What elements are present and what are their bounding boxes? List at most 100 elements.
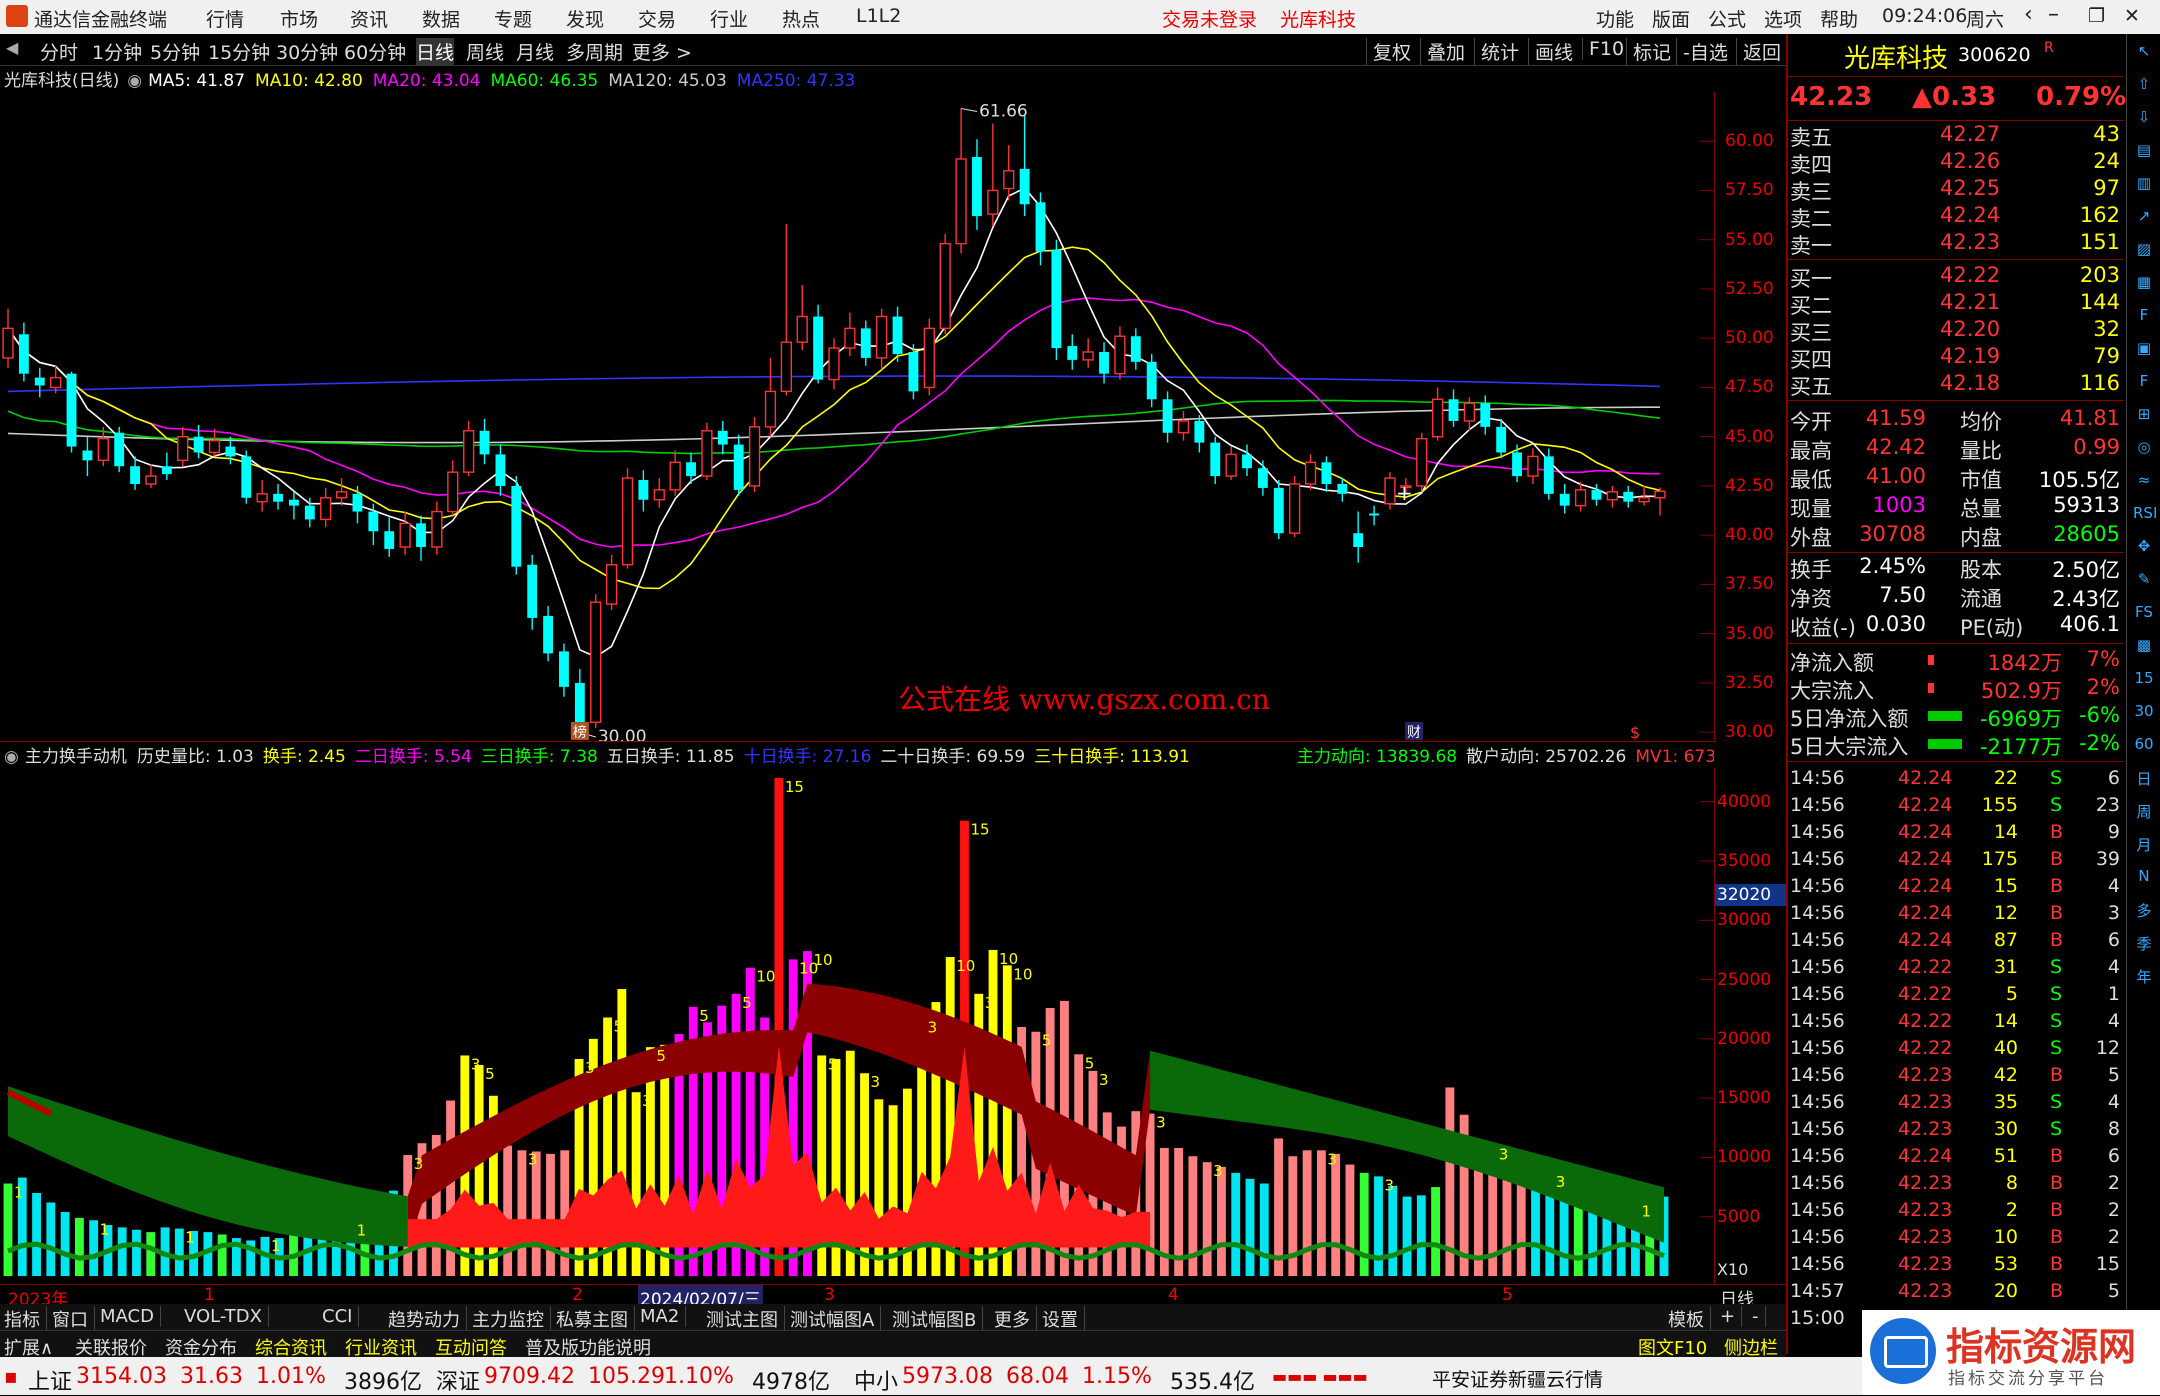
- trade-login-status[interactable]: 交易未登录: [1162, 5, 1257, 32]
- bid-row[interactable]: 买二 42.21 144: [1788, 290, 2124, 318]
- toolbar-button[interactable]: 画线: [1528, 38, 1573, 65]
- bid-row[interactable]: 买三 42.20 32: [1788, 317, 2124, 345]
- indicator-toggle-icon[interactable]: ◉: [4, 747, 19, 767]
- menu-item[interactable]: 数据: [422, 5, 460, 32]
- indicator-tab[interactable]: 测试幅图A: [790, 1306, 882, 1332]
- menu-item[interactable]: 市场: [280, 5, 318, 32]
- menu-item[interactable]: 专题: [494, 5, 532, 32]
- indicator-tab[interactable]: CCI: [322, 1306, 360, 1327]
- indicator-tab[interactable]: 趋势动力: [388, 1306, 467, 1332]
- side-tool-icon[interactable]: ▥: [2133, 174, 2155, 196]
- period-tab[interactable]: 分时: [40, 38, 78, 65]
- menu-item[interactable]: 发现: [566, 5, 604, 32]
- side-tool-icon[interactable]: ⇩: [2133, 108, 2155, 130]
- period-tab[interactable]: 更多 >: [632, 38, 692, 65]
- ask-row[interactable]: 卖五 42.27 43: [1788, 122, 2124, 150]
- side-tool-icon[interactable]: ⊞: [2133, 405, 2155, 427]
- indicator-tab[interactable]: 窗口: [52, 1306, 95, 1332]
- title-menu-item[interactable]: 版面: [1652, 5, 1690, 32]
- index-name[interactable]: 中小: [854, 1364, 898, 1396]
- side-tool-icon[interactable]: 季: [2133, 933, 2155, 955]
- toolbar-button[interactable]: 统计: [1474, 38, 1519, 65]
- period-tab[interactable]: 5分钟: [150, 38, 200, 65]
- back-icon[interactable]: ‹: [2024, 2, 2033, 27]
- toolbar-button[interactable]: 标记: [1626, 38, 1671, 65]
- ask-row[interactable]: 卖四 42.26 24: [1788, 149, 2124, 177]
- side-tool-icon[interactable]: ↖: [2133, 42, 2155, 64]
- indicator-tab[interactable]: 测试主图: [706, 1306, 785, 1332]
- side-tool-icon[interactable]: 60: [2133, 735, 2155, 757]
- side-tool-icon[interactable]: ▣: [2133, 339, 2155, 361]
- period-tab[interactable]: 1分钟: [92, 38, 142, 65]
- toolbar-button[interactable]: 复权: [1366, 38, 1411, 65]
- left-arrow-icon[interactable]: ◀: [6, 38, 18, 57]
- period-tab[interactable]: 15分钟: [208, 38, 270, 65]
- indicator-tab[interactable]: MA2: [640, 1306, 687, 1327]
- ask-row[interactable]: 卖三 42.25 97: [1788, 176, 2124, 204]
- period-tab[interactable]: 月线: [516, 38, 554, 65]
- side-tool-icon[interactable]: 30: [2133, 702, 2155, 724]
- indicator-tab[interactable]: VOL-TDX: [184, 1306, 269, 1327]
- period-tab[interactable]: 多周期: [566, 38, 623, 65]
- indicator-tab[interactable]: MACD: [100, 1306, 161, 1327]
- ask-row[interactable]: 卖一 42.23 151: [1788, 230, 2124, 258]
- indicator-tab[interactable]: 主力监控: [472, 1306, 551, 1332]
- period-tab[interactable]: 30分钟: [276, 38, 338, 65]
- side-tool-icon[interactable]: F: [2133, 306, 2155, 328]
- period-tab[interactable]: 日线: [416, 38, 455, 65]
- toolbar-button[interactable]: F10: [1582, 38, 1624, 60]
- side-tool-icon[interactable]: ▦: [2133, 273, 2155, 295]
- indicator-tab[interactable]: 更多: [994, 1306, 1037, 1332]
- side-tool-icon[interactable]: ↗: [2133, 207, 2155, 229]
- maximize-icon[interactable]: ❐: [2088, 5, 2105, 27]
- side-tool-icon[interactable]: ▤: [2133, 141, 2155, 163]
- menu-item[interactable]: 交易: [638, 5, 676, 32]
- toolbar-button[interactable]: 叠加: [1420, 38, 1465, 65]
- turnover-indicator-chart[interactable]: 11 1 1133533535551015101053310153101055333…: [0, 768, 1714, 1284]
- menu-item[interactable]: L1L2: [856, 5, 901, 27]
- side-tool-icon[interactable]: 年: [2133, 966, 2155, 988]
- side-tool-icon[interactable]: ▩: [2133, 636, 2155, 658]
- toolbar-button[interactable]: 返回: [1736, 38, 1781, 65]
- kline-chart[interactable]: 61.66 30.00 榜 财 $ +: [0, 92, 1714, 742]
- side-tool-icon[interactable]: 15: [2133, 669, 2155, 691]
- indicator-tab[interactable]: 测试幅图B: [892, 1306, 984, 1332]
- indicator-tab[interactable]: 设置: [1042, 1306, 1085, 1332]
- period-tab[interactable]: 60分钟: [344, 38, 406, 65]
- ask-row[interactable]: 卖二 42.24 162: [1788, 203, 2124, 231]
- side-tool-icon[interactable]: ⇧: [2133, 75, 2155, 97]
- legend-toggle-icon[interactable]: ◉: [127, 71, 142, 91]
- side-tool-icon[interactable]: ≈: [2133, 471, 2155, 493]
- period-tab[interactable]: 周线: [466, 38, 504, 65]
- title-menu-item[interactable]: 公式: [1708, 5, 1746, 32]
- bid-row[interactable]: 买五 42.18 116: [1788, 371, 2124, 399]
- toolbar-button[interactable]: -自选: [1676, 38, 1728, 65]
- bid-row[interactable]: 买一 42.22 203: [1788, 263, 2124, 291]
- title-menu-item[interactable]: 帮助: [1820, 5, 1858, 32]
- indicator-tab[interactable]: 指标: [4, 1306, 47, 1332]
- template-tab[interactable]: +: [1720, 1306, 1743, 1327]
- index-name[interactable]: 上证: [28, 1364, 72, 1396]
- side-tool-icon[interactable]: N: [2133, 867, 2155, 889]
- side-tool-icon[interactable]: 日: [2133, 768, 2155, 790]
- menu-item[interactable]: 行情: [206, 5, 244, 32]
- side-tool-icon[interactable]: ✥: [2133, 537, 2155, 559]
- template-tab[interactable]: 模板: [1668, 1306, 1711, 1332]
- title-menu-item[interactable]: 功能: [1596, 5, 1634, 32]
- index-name[interactable]: 深证: [436, 1364, 480, 1396]
- menu-item[interactable]: 热点: [782, 5, 820, 32]
- side-tool-icon[interactable]: ◎: [2133, 438, 2155, 460]
- side-tool-icon[interactable]: ▨: [2133, 240, 2155, 262]
- side-tool-icon[interactable]: ✎: [2133, 570, 2155, 592]
- side-tool-icon[interactable]: 周: [2133, 801, 2155, 823]
- bid-row[interactable]: 买四 42.19 79: [1788, 344, 2124, 372]
- title-menu-item[interactable]: 选项: [1764, 5, 1802, 32]
- side-tool-icon[interactable]: F: [2133, 372, 2155, 394]
- side-tool-icon[interactable]: FS: [2133, 603, 2155, 625]
- template-tab[interactable]: -: [1752, 1306, 1766, 1327]
- indicator-tab[interactable]: 私募主图: [556, 1306, 635, 1332]
- menu-item[interactable]: 行业: [710, 5, 748, 32]
- side-tool-icon[interactable]: RSI: [2133, 504, 2157, 526]
- close-icon[interactable]: ✕: [2124, 5, 2140, 27]
- minimize-icon[interactable]: –: [2048, 2, 2059, 27]
